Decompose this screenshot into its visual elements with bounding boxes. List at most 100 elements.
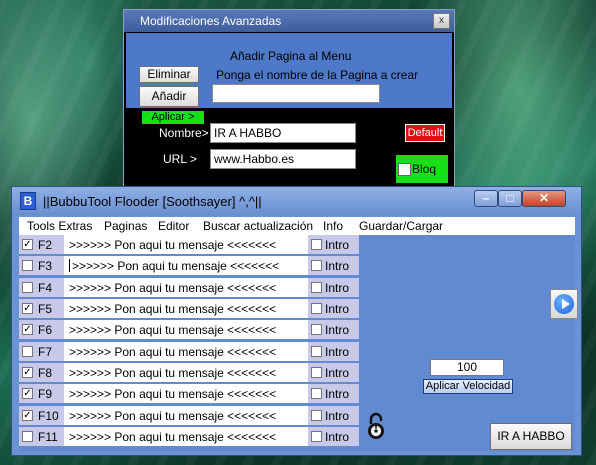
row-intro-checkbox[interactable] (311, 324, 322, 335)
row-key-cell: ✓ F9 (19, 384, 64, 403)
menu-guardar-cargar[interactable]: Guardar/Cargar (359, 219, 443, 233)
bloq-label: Bloq (412, 162, 437, 176)
play-button[interactable] (550, 289, 578, 319)
row-intro-checkbox[interactable] (311, 388, 322, 399)
row-intro-checkbox[interactable] (311, 303, 322, 314)
minimize-button[interactable]: – (474, 190, 498, 207)
row-key-cell: ✓ F6 (19, 320, 64, 339)
menu-bar: Tools Extras Paginas Editor Buscar actua… (19, 217, 575, 235)
nombre-label: Nombre> (159, 126, 209, 140)
row-message-input[interactable]: >>>>>> Pon aqui tu mensaje <<<<<<< (72, 259, 310, 273)
row-intro-label: Intro (325, 430, 350, 444)
dialog-top-panel: Añadir Pagina al Menu Ponga el nombre de… (126, 33, 452, 108)
message-row: F3 >>>>>> Pon aqui tu mensaje <<<<<<< Intr… (19, 256, 359, 275)
default-button[interactable]: Default (405, 124, 445, 142)
row-hotkey-label: F10 (38, 409, 59, 423)
row-key-cell: F7 (19, 342, 64, 361)
row-intro-toggle[interactable]: Intro (308, 363, 359, 382)
dialog-close-button[interactable]: x (433, 13, 450, 29)
row-hotkey-label: F7 (38, 345, 53, 359)
row-intro-toggle[interactable]: Intro (308, 384, 359, 403)
aplicar-velocidad-button[interactable]: Aplicar Velocidad (423, 379, 513, 394)
page-name-input[interactable] (212, 84, 380, 103)
row-enable-checkbox[interactable] (22, 282, 33, 293)
row-hotkey-label: F6 (38, 323, 53, 337)
anadir-button[interactable]: Añadir (139, 86, 199, 107)
row-message-input[interactable]: >>>>>> Pon aqui tu mensaje <<<<<<< (69, 366, 307, 380)
window-title-bar[interactable]: B ||BubbuTool Flooder [Soothsayer] ^,^||… (12, 187, 581, 215)
row-intro-checkbox[interactable] (311, 346, 322, 357)
aplicar-button[interactable]: Aplicar > (142, 111, 204, 124)
row-enable-checkbox[interactable]: ✓ (22, 388, 33, 399)
row-enable-checkbox[interactable]: ✓ (22, 303, 33, 314)
row-enable-checkbox[interactable] (22, 346, 33, 357)
row-intro-label: Intro (325, 259, 350, 273)
message-row: F4 >>>>>> Pon aqui tu mensaje <<<<<<< Intr… (19, 278, 359, 297)
message-row: ✓ F6 >>>>>> Pon aqui tu mensaje <<<<<<< Int… (19, 320, 359, 339)
menu-editor[interactable]: Editor (158, 219, 189, 233)
row-message-input[interactable]: >>>>>> Pon aqui tu mensaje <<<<<<< (69, 409, 307, 423)
row-intro-checkbox[interactable] (311, 282, 322, 293)
lock-icon[interactable] (367, 411, 385, 441)
dialog-prompt: Ponga el nombre de la Pagina a crear (216, 68, 419, 82)
bubbutool-app-icon: B (20, 192, 36, 210)
bubbutool-window: B ||BubbuTool Flooder [Soothsayer] ^,^||… (11, 186, 582, 456)
ir-a-habbo-button[interactable]: IR A HABBO (490, 423, 572, 450)
menu-info[interactable]: Info (323, 219, 343, 233)
bloq-toggle[interactable]: Bloq (396, 155, 448, 183)
row-intro-checkbox[interactable] (311, 239, 322, 250)
row-intro-toggle[interactable]: Intro (308, 299, 359, 318)
row-intro-checkbox[interactable] (311, 431, 322, 442)
modificaciones-dialog: Modificaciones Avanzadas x Añadir Pagina… (123, 9, 455, 187)
maximize-button[interactable]: □ (498, 190, 522, 207)
row-intro-label: Intro (325, 323, 350, 337)
play-triangle (562, 299, 570, 309)
row-enable-checkbox[interactable]: ✓ (22, 367, 33, 378)
url-input[interactable]: www.Habbo.es (210, 149, 356, 169)
message-row: ✓ F5 >>>>>> Pon aqui tu mensaje <<<<<<< Int… (19, 299, 359, 318)
close-icon: ✕ (538, 191, 550, 205)
close-button[interactable]: ✕ (522, 190, 566, 207)
row-intro-checkbox[interactable] (311, 410, 322, 421)
row-intro-toggle[interactable]: Intro (308, 342, 359, 361)
row-key-cell: ✓ F2 (19, 235, 64, 254)
row-message-input[interactable]: >>>>>> Pon aqui tu mensaje <<<<<<< (69, 302, 307, 316)
dialog-title-bar[interactable]: Modificaciones Avanzadas x (124, 10, 454, 32)
row-message-input[interactable]: >>>>>> Pon aqui tu mensaje <<<<<<< (69, 387, 307, 401)
row-hotkey-label: F5 (38, 302, 53, 316)
row-enable-checkbox[interactable]: ✓ (22, 410, 33, 421)
row-intro-label: Intro (325, 409, 350, 423)
row-intro-toggle[interactable]: Intro (308, 427, 359, 446)
row-intro-label: Intro (325, 366, 350, 380)
row-hotkey-label: F8 (38, 366, 53, 380)
row-message-input[interactable]: >>>>>> Pon aqui tu mensaje <<<<<<< (69, 238, 307, 252)
menu-paginas[interactable]: Paginas (104, 219, 147, 233)
row-intro-checkbox[interactable] (311, 260, 322, 271)
row-message-input[interactable]: >>>>>> Pon aqui tu mensaje <<<<<<< (69, 345, 307, 359)
row-intro-toggle[interactable]: Intro (308, 406, 359, 425)
eliminar-button[interactable]: Eliminar (139, 66, 199, 83)
row-intro-toggle[interactable]: Intro (308, 235, 359, 254)
row-intro-toggle[interactable]: Intro (308, 320, 359, 339)
row-enable-checkbox[interactable]: ✓ (22, 239, 33, 250)
bloq-checkbox[interactable] (398, 163, 411, 176)
row-message-input[interactable]: >>>>>> Pon aqui tu mensaje <<<<<<< (69, 323, 307, 337)
row-enable-checkbox[interactable]: ✓ (22, 324, 33, 335)
row-intro-label: Intro (325, 387, 350, 401)
menu-buscar-actualizacion[interactable]: Buscar actualización (203, 219, 313, 233)
dialog-title: Modificaciones Avanzadas (140, 14, 282, 28)
row-intro-toggle[interactable]: Intro (308, 256, 359, 275)
row-enable-checkbox[interactable] (22, 431, 33, 442)
row-message-input[interactable]: >>>>>> Pon aqui tu mensaje <<<<<<< (69, 281, 307, 295)
maximize-icon: □ (506, 191, 514, 205)
row-intro-label: Intro (325, 345, 350, 359)
nombre-input[interactable]: IR A HABBO (210, 123, 356, 143)
row-intro-checkbox[interactable] (311, 367, 322, 378)
row-message-input[interactable]: >>>>>> Pon aqui tu mensaje <<<<<<< (69, 430, 307, 444)
row-intro-toggle[interactable]: Intro (308, 278, 359, 297)
row-intro-label: Intro (325, 302, 350, 316)
speed-input[interactable]: 100 (430, 359, 504, 376)
row-enable-checkbox[interactable] (22, 260, 33, 271)
menu-tools-extras[interactable]: Tools Extras (27, 219, 92, 233)
flooder-panel: ✓ F2 >>>>>> Pon aqui tu mensaje <<<<<<< Int… (19, 235, 578, 451)
